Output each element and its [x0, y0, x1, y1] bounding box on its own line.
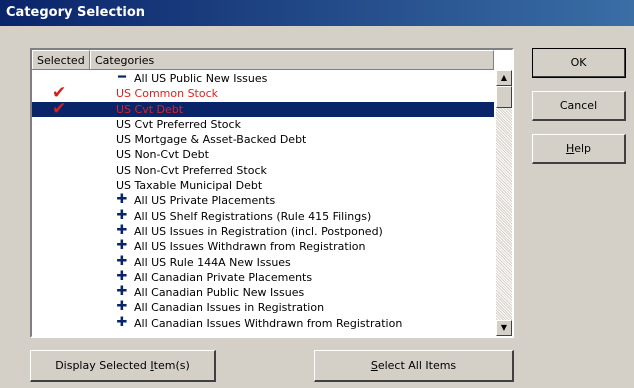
- plus-icon[interactable]: ✚: [116, 208, 128, 224]
- category-rows: ━ All US Public New Issues ✔ US Common Stoc…: [32, 71, 494, 331]
- category-label: All Canadian Issues in Registration: [134, 301, 325, 315]
- category-label: All US Rule 144A New Issues: [134, 255, 291, 269]
- category-label: All US Public New Issues: [134, 72, 268, 85]
- category-row[interactable]: ✔ US Common Stock: [32, 84, 494, 102]
- category-row[interactable]: ✚ All US Shelf Registrations (Rule 415 Fi…: [32, 208, 494, 224]
- category-row[interactable]: ━ All US Public New Issues: [32, 71, 494, 86]
- category-label: US Non-Cvt Debt: [116, 148, 209, 162]
- category-row[interactable]: US Non-Cvt Debt: [32, 147, 494, 162]
- window-title: Category Selection: [0, 0, 634, 26]
- category-row[interactable]: ✚ All Canadian Issues in Registration: [32, 300, 494, 315]
- checkmark-icon[interactable]: ✔: [52, 100, 70, 118]
- select-all-items-button[interactable]: Select All Items: [314, 350, 514, 382]
- column-header-categories[interactable]: Categories: [90, 50, 494, 69]
- category-label: All Canadian Public New Issues: [134, 286, 305, 300]
- plus-icon[interactable]: ✚: [116, 239, 128, 254]
- plus-icon[interactable]: ✚: [116, 285, 128, 300]
- category-label: All Canadian Issues Withdrawn from Regis…: [134, 316, 403, 330]
- category-row[interactable]: ✚ All Canadian Private Placements: [32, 269, 494, 285]
- help-button-mnemonic: H: [565, 142, 575, 155]
- minus-icon[interactable]: ━: [116, 71, 128, 86]
- category-row[interactable]: ✚ All US Rule 144A New Issues: [32, 254, 494, 270]
- plus-icon[interactable]: ✚: [116, 193, 128, 208]
- category-row[interactable]: US Mortgage & Asset-Backed Debt: [32, 132, 494, 147]
- category-label: All US Issues in Registration (incl. Pos…: [134, 224, 383, 238]
- category-row[interactable]: ✔ US Cvt Debt: [32, 100, 494, 118]
- category-label: US Taxable Municipal Debt: [116, 179, 263, 193]
- scroll-thumb[interactable]: [496, 86, 512, 108]
- category-row[interactable]: ✚ All Canadian Public New Issues: [32, 285, 494, 300]
- plus-icon[interactable]: ✚: [116, 223, 128, 239]
- category-row[interactable]: US Non-Cvt Preferred Stock: [32, 163, 494, 178]
- selectall-button-mnemonic: S: [370, 359, 378, 372]
- category-row[interactable]: ✚ All Canadian Issues Withdrawn from Regi…: [32, 315, 494, 331]
- category-label: All US Shelf Registrations (Rule 415 Fil…: [134, 209, 372, 223]
- category-row[interactable]: ✚ All US Private Placements: [32, 193, 494, 208]
- plus-icon[interactable]: ✚: [116, 269, 128, 285]
- ok-button[interactable]: OK: [532, 48, 626, 78]
- help-button[interactable]: Help: [532, 134, 626, 164]
- category-row[interactable]: ✚ All US Issues in Registration (incl. Po…: [32, 223, 494, 239]
- category-row[interactable]: US Taxable Municipal Debt: [32, 178, 494, 193]
- category-label: US Cvt Preferred Stock: [116, 117, 241, 131]
- cancel-button[interactable]: Cancel: [532, 91, 626, 121]
- category-label: All US Private Placements: [134, 194, 276, 208]
- scroll-up-arrow-icon[interactable]: ▲: [496, 70, 512, 86]
- help-button-suffix: elp: [574, 142, 592, 155]
- display-button-prefix: Display Selected: [55, 359, 151, 372]
- plus-icon[interactable]: ✚: [116, 315, 128, 331]
- category-label: US Mortgage & Asset-Backed Debt: [116, 133, 307, 147]
- plus-icon[interactable]: ✚: [116, 254, 128, 270]
- category-label: All Canadian Private Placements: [134, 270, 313, 284]
- plus-icon[interactable]: ✚: [116, 300, 128, 315]
- display-button-suffix: tem(s): [153, 359, 190, 372]
- category-row[interactable]: US Cvt Preferred Stock: [32, 117, 494, 132]
- category-label: US Cvt Debt: [116, 102, 184, 116]
- category-label: US Non-Cvt Preferred Stock: [116, 163, 267, 177]
- category-row[interactable]: ✚ All US Issues Withdrawn from Registrati…: [32, 239, 494, 254]
- category-list[interactable]: Selected Categories ━ All US Public New I…: [30, 48, 514, 338]
- column-header-selected[interactable]: Selected: [32, 50, 90, 69]
- vertical-scrollbar[interactable]: ▲ ▼: [496, 70, 512, 336]
- display-selected-items-button[interactable]: Display Selected Item(s): [30, 350, 216, 382]
- category-label: All US Issues Withdrawn from Registratio…: [134, 240, 366, 254]
- category-label: US Common Stock: [116, 87, 219, 101]
- list-header: Selected Categories: [32, 50, 494, 70]
- selectall-button-suffix: elect All Items: [377, 359, 457, 372]
- scroll-down-arrow-icon[interactable]: ▼: [496, 320, 512, 336]
